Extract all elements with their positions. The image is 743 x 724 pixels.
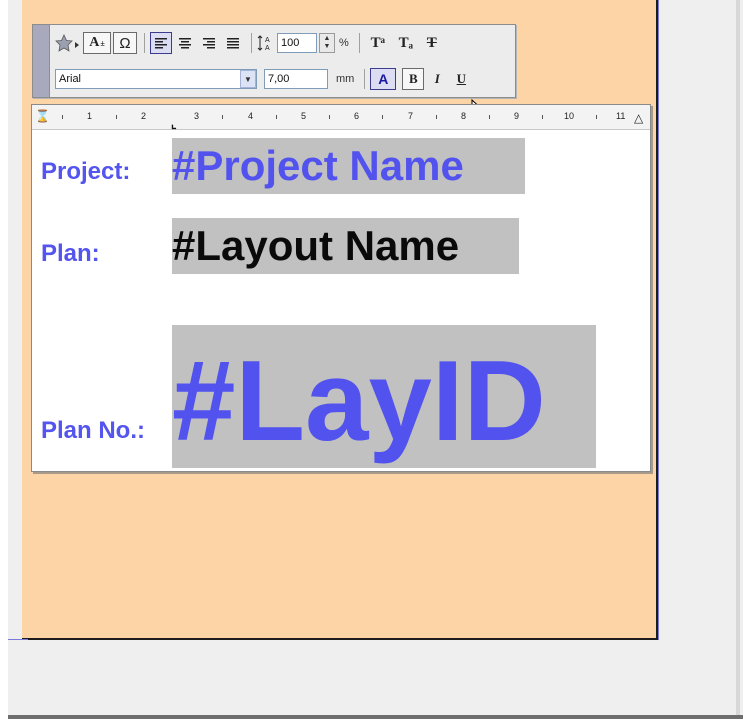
underline-label: U: [456, 71, 467, 86]
toolbar-row-1: A ± Ω A A 100 ▲ ▼ % Tᵃ Tₐ T: [55, 30, 445, 56]
line-spacing-icon: A A: [257, 32, 275, 54]
ruler-tick: [276, 115, 277, 119]
align-right-icon: [203, 38, 215, 49]
font-size-value: 7,00: [268, 73, 290, 85]
underline-button[interactable]: U: [450, 68, 472, 90]
align-right-button[interactable]: [198, 32, 220, 54]
ruler-tick: [116, 115, 117, 119]
layout-id-text: #LayID: [172, 338, 546, 465]
svg-text:A: A: [265, 45, 270, 52]
superscript-button[interactable]: Tᵃ: [365, 32, 391, 54]
ruler-tick: [382, 115, 383, 119]
sheet-border-line: [658, 0, 659, 640]
italic-button[interactable]: I: [426, 68, 448, 90]
favorites-button[interactable]: [55, 32, 81, 54]
align-center-button[interactable]: [174, 32, 196, 54]
layout-id-variable[interactable]: #LayID: [172, 325, 596, 468]
text-style-label: A: [89, 35, 100, 50]
layout-name-variable[interactable]: #Layout Name: [172, 218, 519, 274]
project-label: Project:: [41, 158, 131, 185]
plus-minus-icon: ±: [100, 38, 105, 48]
sheet-border-line-bottom: [8, 639, 28, 640]
bold-label: B: [408, 71, 418, 86]
svg-text:A: A: [265, 37, 270, 44]
font-name-select[interactable]: Arial: [55, 69, 257, 89]
special-character-button[interactable]: Ω: [113, 32, 137, 54]
window-right-edge: [736, 0, 740, 716]
text-color-button[interactable]: A: [370, 68, 397, 90]
text-frame[interactable]: ⌛ ⌞ △ 1 2 3 4 5 6 7 8 9 10 11 Project: #…: [31, 104, 651, 472]
font-name-value: Arial: [59, 73, 82, 85]
spin-up-icon: ▲: [323, 35, 331, 42]
tab-stop-icon[interactable]: ⌞: [171, 117, 177, 131]
italic-label: I: [434, 71, 440, 86]
line-spacing-input[interactable]: 100: [277, 33, 317, 53]
ruler-tick: [542, 115, 543, 119]
superscript-label: Tᵃ: [370, 34, 385, 51]
spin-down-icon: ▼: [323, 43, 331, 50]
ruler-label: 3: [194, 111, 200, 121]
layout-name-text: #Layout Name: [172, 222, 460, 269]
ruler-label: 4: [248, 111, 254, 121]
project-name-text: #Project Name: [172, 142, 464, 189]
strikethrough-label: T: [426, 34, 437, 51]
omega-icon: Ω: [119, 34, 131, 52]
ruler-label: 8: [461, 111, 467, 121]
subscript-button[interactable]: Tₐ: [393, 32, 419, 54]
ruler-label: 9: [514, 111, 520, 121]
ruler-label: 7: [408, 111, 414, 121]
chevron-down-icon: ▼: [244, 74, 252, 84]
text-format-toolbar: A ± Ω A A 100 ▲ ▼ % Tᵃ Tₐ T Arial ▼ 7,00…: [32, 24, 516, 120]
ruler-tick: [62, 115, 63, 119]
right-indent-icon[interactable]: △: [634, 111, 643, 125]
plan-label: Plan:: [41, 240, 100, 267]
font-dropdown-button[interactable]: ▼: [240, 70, 256, 88]
ruler-label: 6: [354, 111, 360, 121]
ruler-tick: [436, 115, 437, 119]
ruler-label: 10: [564, 111, 575, 121]
line-spacing-unit: %: [339, 37, 349, 49]
toolbar-grip[interactable]: [33, 25, 50, 97]
text-style-button[interactable]: A ±: [83, 32, 111, 54]
toolbar-separator: [364, 69, 366, 89]
plan-no-label: Plan No.:: [41, 417, 146, 444]
project-name-variable[interactable]: #Project Name: [172, 138, 525, 194]
ruler-tick: [489, 115, 490, 119]
line-spacing-value: 100: [281, 37, 300, 49]
ruler-tick: [596, 115, 597, 119]
first-line-indent-icon[interactable]: ⌛: [35, 109, 50, 123]
tab-ruler[interactable]: ⌛ ⌞ △ 1 2 3 4 5 6 7 8 9 10 11: [32, 105, 650, 131]
toolbar-separator: [251, 33, 252, 53]
font-size-input[interactable]: 7,00: [264, 69, 328, 89]
line-spacing-spinner[interactable]: ▲ ▼: [319, 33, 335, 53]
align-justify-icon: [227, 38, 239, 49]
ruler-label: 5: [301, 111, 307, 121]
text-color-label: A: [378, 71, 389, 87]
align-justify-button[interactable]: [222, 32, 244, 54]
ruler-tick: [329, 115, 330, 119]
toolbar-row-2: Arial ▼ 7,00 mm A B I U: [55, 66, 474, 92]
window-bottom-edge: [8, 715, 743, 719]
toolbar-separator: [358, 33, 360, 53]
toolbar-separator: [144, 33, 145, 53]
ruler-tick: [222, 115, 223, 119]
subscript-label: Tₐ: [398, 34, 413, 51]
font-size-unit: mm: [336, 73, 355, 85]
ruler-label: 1: [87, 111, 93, 121]
strikethrough-button[interactable]: T: [421, 32, 443, 54]
align-left-icon: [155, 38, 167, 49]
align-left-button[interactable]: [150, 32, 172, 54]
align-center-icon: [179, 38, 191, 49]
ruler-label: 11: [616, 111, 626, 121]
ruler-label: 2: [141, 111, 147, 121]
bold-button[interactable]: B: [402, 68, 425, 90]
star-icon: [55, 34, 79, 52]
